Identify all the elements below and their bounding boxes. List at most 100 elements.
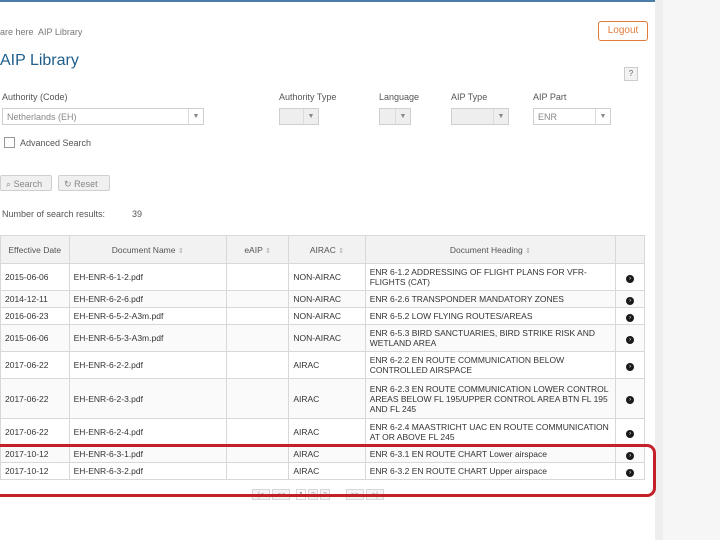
cell-document-heading: ENR 6-2.6 TRANSPONDER MANDATORY ZONES xyxy=(364,290,617,308)
cell-airac: AIRAC xyxy=(288,351,366,379)
pagination-page[interactable]: 2 xyxy=(308,489,318,500)
pagination-first[interactable]: |< xyxy=(252,489,270,500)
column-effective-date[interactable]: Effective Date xyxy=(0,235,70,264)
table-row[interactable]: 2015-06-06 EH-ENR-6-1-2.pdf NON-AIRAC EN… xyxy=(0,263,645,291)
search-label: Search xyxy=(13,179,43,189)
cell-document-heading: ENR 6-2.2 EN ROUTE COMMUNICATION BELOW C… xyxy=(364,351,617,379)
reset-button[interactable]: ↻ Reset xyxy=(58,175,110,191)
table-row[interactable]: 2014-12-11 EH-ENR-6-2-6.pdf NON-AIRAC EN… xyxy=(0,290,645,308)
aip-type-select[interactable]: ▼ xyxy=(451,108,509,125)
row-action-cell[interactable]: › xyxy=(615,445,645,463)
cell-airac: AIRAC xyxy=(288,445,366,463)
cell-eaip xyxy=(225,351,290,379)
cell-eaip xyxy=(225,378,290,419)
reset-label: Reset xyxy=(74,179,98,189)
search-button[interactable]: ⌕ Search xyxy=(0,175,52,191)
row-action-cell[interactable]: › xyxy=(615,462,645,480)
cell-eaip xyxy=(225,263,290,291)
pagination-last[interactable]: >| xyxy=(366,489,384,500)
logout-button[interactable]: Logout xyxy=(598,21,648,41)
chevron-down-icon: ▼ xyxy=(595,109,610,124)
table-row[interactable]: 2017-06-22 EH-ENR-6-2-3.pdf AIRAC ENR 6-… xyxy=(0,378,645,419)
column-document-name[interactable]: Document Name ⇕ xyxy=(68,235,227,264)
chevron-down-icon: ▼ xyxy=(395,109,410,124)
column-eaip[interactable]: eAIP ⇕ xyxy=(225,235,290,264)
aip-part-select[interactable]: ENR ▼ xyxy=(533,108,611,125)
chevron-right-circle-icon[interactable]: › xyxy=(626,335,635,344)
cell-airac: AIRAC xyxy=(288,378,366,419)
pagination-page[interactable]: 1 xyxy=(296,489,306,500)
table-row[interactable]: 2017-06-22 EH-ENR-6-2-4.pdf AIRAC ENR 6-… xyxy=(0,418,645,446)
column-document-heading[interactable]: Document Heading ⇕ xyxy=(364,235,617,264)
column-airac[interactable]: AIRAC ⇕ xyxy=(288,235,366,264)
cell-effective-date: 2017-10-12 xyxy=(0,445,70,463)
row-action-cell[interactable]: › xyxy=(615,418,645,446)
pagination-prev[interactable]: << xyxy=(272,489,290,500)
cell-document-name[interactable]: EH-ENR-6-2-6.pdf xyxy=(68,290,227,308)
cell-eaip xyxy=(225,462,290,480)
cell-document-name[interactable]: EH-ENR-6-2-4.pdf xyxy=(68,418,227,446)
cell-effective-date: 2015-06-06 xyxy=(0,263,70,291)
chevron-right-circle-icon[interactable]: › xyxy=(626,313,635,322)
cell-airac: AIRAC xyxy=(288,462,366,480)
row-action-cell[interactable]: › xyxy=(615,378,645,419)
chevron-right-circle-icon[interactable]: › xyxy=(626,429,635,438)
help-button[interactable]: ? xyxy=(624,67,638,81)
page-title: AIP Library xyxy=(0,52,79,69)
chevron-right-circle-icon[interactable]: › xyxy=(626,468,635,477)
sort-icon: ⇕ xyxy=(338,247,345,255)
cell-document-heading: ENR 6-3.2 EN ROUTE CHART Upper airspace xyxy=(364,462,617,480)
cell-eaip xyxy=(225,418,290,446)
cell-document-name[interactable]: EH-ENR-6-2-3.pdf xyxy=(68,378,227,419)
column-label: Document Heading xyxy=(449,244,523,255)
table-row[interactable]: 2017-10-12 EH-ENR-6-3-1.pdf AIRAC ENR 6-… xyxy=(0,445,645,463)
row-action-cell[interactable]: › xyxy=(615,307,645,325)
table-row[interactable]: 2017-06-22 EH-ENR-6-2-2.pdf AIRAC ENR 6-… xyxy=(0,351,645,379)
cell-airac: AIRAC xyxy=(288,418,366,446)
cell-document-name[interactable]: EH-ENR-6-2-2.pdf xyxy=(68,351,227,379)
cell-eaip xyxy=(225,324,290,352)
pagination-page[interactable]: 3 xyxy=(320,489,330,500)
column-label: AIRAC xyxy=(309,244,336,255)
authority-select[interactable]: Netherlands (EH) ▼ xyxy=(2,108,204,125)
authority-type-select[interactable]: ▼ xyxy=(279,108,319,125)
authority-label: Authority (Code) xyxy=(2,92,68,102)
breadcrumb-current[interactable]: AIP Library xyxy=(38,27,82,37)
cell-effective-date: 2017-06-22 xyxy=(0,351,70,379)
table-row[interactable]: 2017-10-12 EH-ENR-6-3-2.pdf AIRAC ENR 6-… xyxy=(0,462,645,480)
cell-document-heading: ENR 6-3.1 EN ROUTE CHART Lower airspace xyxy=(364,445,617,463)
chevron-right-circle-icon[interactable]: › xyxy=(626,396,635,404)
cell-document-name[interactable]: EH-ENR-6-5-3-A3m.pdf xyxy=(68,324,227,352)
cell-airac: NON-AIRAC xyxy=(288,307,366,325)
results-table: Effective Date Document Name ⇕ eAIP ⇕ AI… xyxy=(0,235,645,480)
row-action-cell[interactable]: › xyxy=(615,263,645,291)
table-row[interactable]: 2015-06-06 EH-ENR-6-5-3-A3m.pdf NON-AIRA… xyxy=(0,324,645,352)
cell-document-name[interactable]: EH-ENR-6-3-1.pdf xyxy=(68,445,227,463)
cell-effective-date: 2015-06-06 xyxy=(0,324,70,352)
cell-airac: NON-AIRAC xyxy=(288,324,366,352)
breadcrumb-prefix: are here xyxy=(0,27,34,37)
advanced-search-checkbox[interactable] xyxy=(4,137,15,148)
cell-airac: NON-AIRAC xyxy=(288,263,366,291)
cell-eaip xyxy=(225,290,290,308)
language-select[interactable]: ▼ xyxy=(379,108,411,125)
column-label: eAIP xyxy=(244,244,263,255)
row-action-cell[interactable]: › xyxy=(615,324,645,352)
chevron-right-circle-icon[interactable]: › xyxy=(626,451,635,460)
chevron-right-circle-icon[interactable]: › xyxy=(626,274,635,283)
row-action-cell[interactable]: › xyxy=(615,290,645,308)
cell-document-name[interactable]: EH-ENR-6-5-2-A3m.pdf xyxy=(68,307,227,325)
cell-document-heading: ENR 6-5.2 LOW FLYING ROUTES/AREAS xyxy=(364,307,617,325)
cell-effective-date: 2017-06-22 xyxy=(0,378,70,419)
table-row[interactable]: 2016-06-23 EH-ENR-6-5-2-A3m.pdf NON-AIRA… xyxy=(0,307,645,325)
search-icon: ⌕ xyxy=(6,179,12,189)
cell-effective-date: 2017-06-22 xyxy=(0,418,70,446)
row-action-cell[interactable]: › xyxy=(615,351,645,379)
chevron-right-circle-icon[interactable]: › xyxy=(626,296,635,305)
chevron-down-icon: ▼ xyxy=(493,109,508,124)
cell-document-name[interactable]: EH-ENR-6-3-2.pdf xyxy=(68,462,227,480)
chevron-right-circle-icon[interactable]: › xyxy=(626,362,635,371)
aip-part-value: ENR xyxy=(538,112,558,122)
cell-document-name[interactable]: EH-ENR-6-1-2.pdf xyxy=(68,263,227,291)
pagination-next[interactable]: >> xyxy=(346,489,364,500)
